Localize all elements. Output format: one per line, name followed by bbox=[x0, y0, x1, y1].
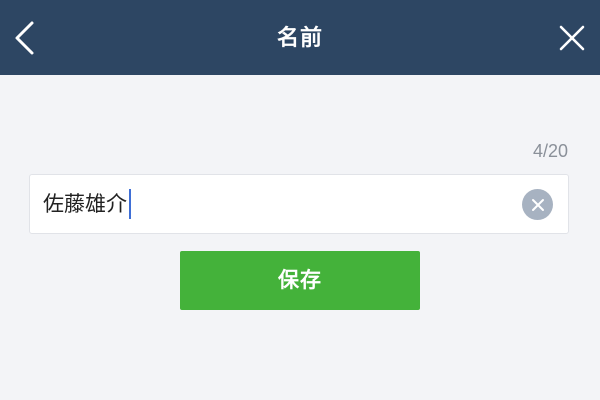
top-bar: 名前 bbox=[0, 0, 600, 75]
page-title: 名前 bbox=[276, 26, 323, 51]
close-icon bbox=[559, 25, 585, 51]
character-counter: 4/20 bbox=[532, 141, 568, 161]
text-caret bbox=[129, 189, 131, 219]
save-button[interactable]: 保存 bbox=[180, 251, 420, 310]
name-input[interactable]: 佐藤雄介 bbox=[29, 174, 569, 234]
clear-circle-icon bbox=[531, 198, 544, 211]
name-input-value: 佐藤雄介 bbox=[43, 192, 127, 216]
name-input-value-wrap: 佐藤雄介 bbox=[43, 175, 131, 233]
clear-input-button[interactable] bbox=[522, 189, 553, 220]
close-button[interactable] bbox=[554, 20, 590, 56]
